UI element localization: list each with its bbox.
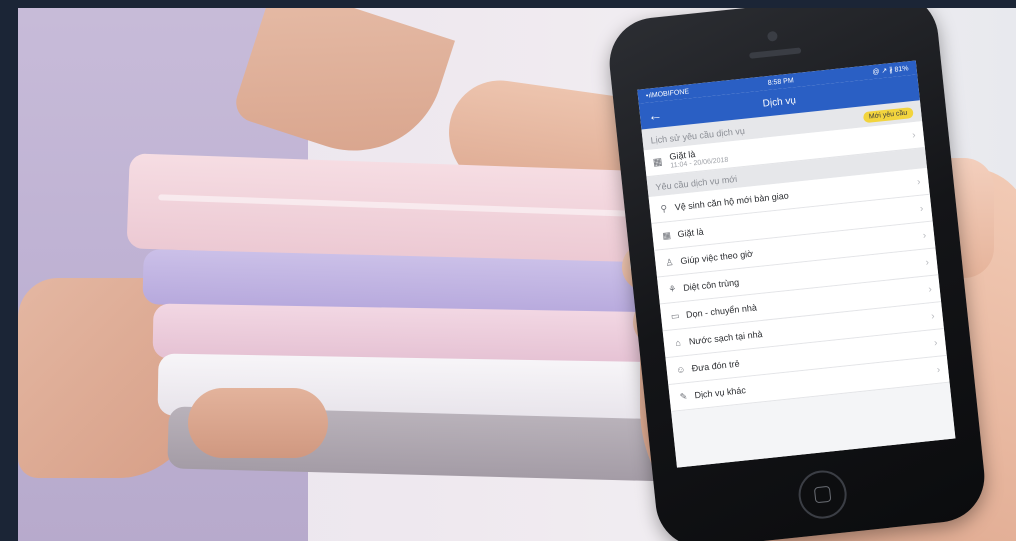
earpiece-speaker — [749, 47, 802, 59]
moving-truck-icon: ▭ — [670, 310, 680, 321]
chevron-right-icon: › — [927, 283, 933, 295]
chevron-right-icon: › — [911, 129, 917, 141]
status-badge: Mới yêu cầu — [862, 107, 914, 124]
chevron-right-icon: › — [916, 176, 922, 188]
laundry-icon: ▦ — [661, 229, 672, 241]
status-time: 8:58 PM — [767, 76, 795, 87]
home-button[interactable] — [796, 468, 849, 521]
chevron-right-icon: › — [925, 256, 930, 268]
water-icon: ⌂ — [674, 337, 682, 349]
phone-screen: •ılMOBIFONE 8:58 PM @ ↗ ∦ 81% ← Dịch vụ … — [637, 60, 956, 468]
smartphone: •ılMOBIFONE 8:58 PM @ ↗ ∦ 81% ← Dịch vụ … — [605, 8, 989, 541]
cleaning-icon: ⚲ — [659, 202, 668, 214]
person-hand-bottom — [188, 388, 328, 458]
child-icon: ☺ — [675, 364, 686, 376]
chevron-right-icon: › — [933, 337, 938, 349]
arrow-left-icon[interactable]: ← — [647, 106, 663, 123]
screen-title: Dịch vụ — [762, 94, 797, 110]
chevron-right-icon: › — [922, 229, 927, 242]
photo-scene: •ılMOBIFONE 8:58 PM @ ↗ ∦ 81% ← Dịch vụ … — [18, 8, 1016, 541]
front-camera — [766, 30, 778, 42]
pest-control-icon: ⚘ — [667, 283, 677, 295]
chevron-right-icon: › — [930, 310, 936, 322]
carrier-label: •ılMOBIFONE — [645, 87, 690, 100]
laundry-icon: ▦ — [652, 156, 663, 168]
chevron-right-icon: › — [936, 364, 941, 376]
housekeeper-icon: ♙ — [664, 256, 674, 268]
chevron-right-icon: › — [919, 202, 924, 215]
home-square-icon — [813, 485, 832, 504]
pencil-icon: ✎ — [679, 390, 688, 402]
status-indicators: @ ↗ ∦ 81% — [872, 65, 909, 77]
